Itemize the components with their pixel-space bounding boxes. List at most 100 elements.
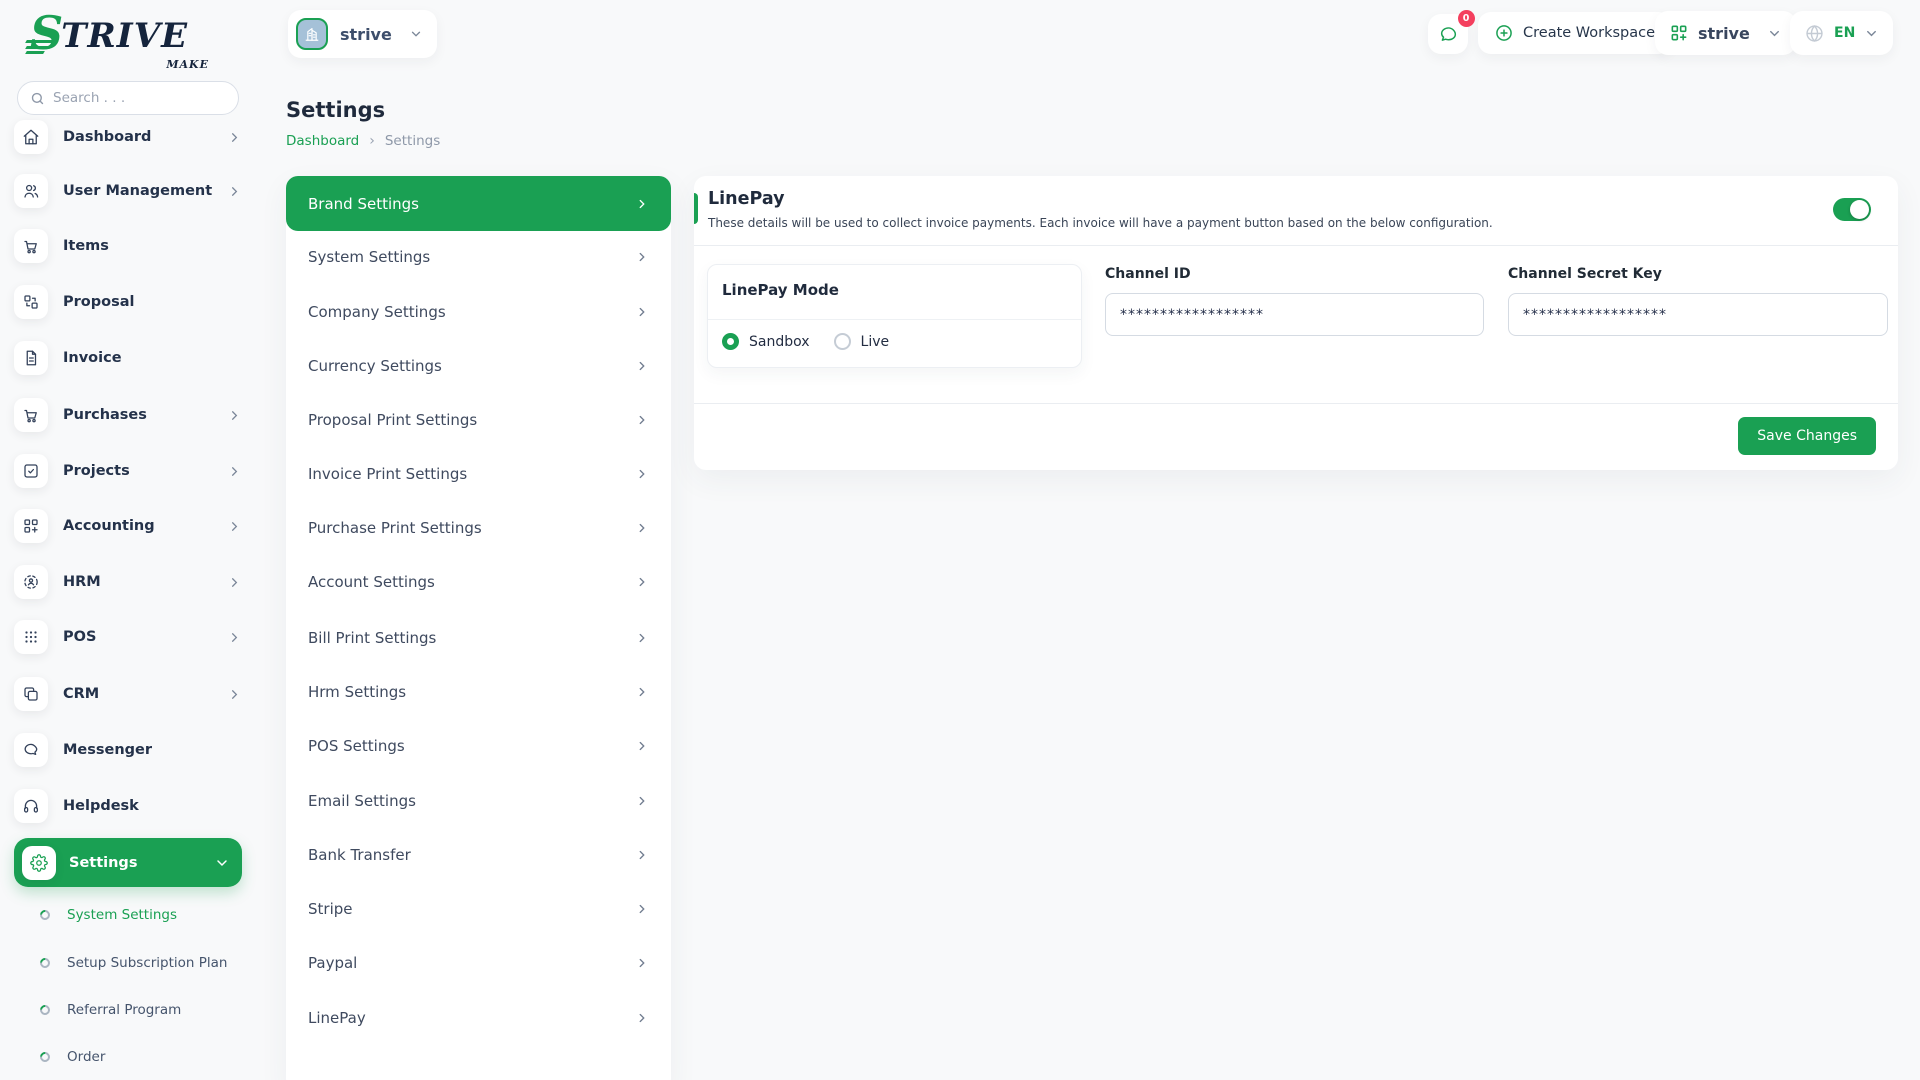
save-changes-button[interactable]: Save Changes [1738,417,1876,455]
sidebar-item-items[interactable]: Items [14,229,242,263]
menu-item-account-settings[interactable]: Account Settings [286,555,671,609]
sidebar-item-purchases[interactable]: Purchases [14,398,242,432]
page-title: Settings [286,98,385,122]
sidebar-subitem-system-settings[interactable]: System Settings [40,905,240,925]
chevron-right-icon [635,902,649,916]
chevron-right-icon [635,413,649,427]
menu-item-email-settings[interactable]: Email Settings [286,774,671,828]
app-root: S TRIVE MAKE Dashboard User Management I… [0,0,1920,1080]
menu-item-label: System Settings [308,248,430,266]
notifications-button[interactable]: 0 [1428,14,1468,54]
linepay-enabled-toggle[interactable] [1833,198,1871,221]
radio-live[interactable]: Live [834,333,890,350]
chevron-right-icon [635,575,649,589]
mode-title: LinePay Mode [722,281,839,299]
menu-item-paypal[interactable]: Paypal [286,936,671,990]
chevron-right-icon [635,956,649,970]
chevron-right-icon [227,130,242,145]
sidebar-item-dashboard[interactable]: Dashboard [14,120,242,154]
menu-item-stripe[interactable]: Stripe [286,882,671,936]
mode-radio-group: Sandbox Live [722,333,889,350]
gear-icon [22,846,56,880]
menu-item-label: Stripe [308,900,353,918]
menu-item-currency-settings[interactable]: Currency Settings [286,339,671,393]
chevron-right-icon [635,685,649,699]
sidebar-item-projects[interactable]: Projects [14,454,242,488]
search-box[interactable] [17,81,239,115]
sidebar-item-crm[interactable]: CRM [14,677,242,711]
chevron-right-icon [227,575,242,590]
sidebar-subitem-order[interactable]: Order [40,1047,240,1067]
invoice-file-icon [14,341,48,375]
sidebar-item-settings[interactable]: Settings [14,838,242,887]
copy-icon [14,677,48,711]
menu-item-company-settings[interactable]: Company Settings [286,285,671,339]
chevron-right-icon [635,631,649,645]
menu-item-purchase-print-settings[interactable]: Purchase Print Settings [286,501,671,555]
notification-badge: 0 [1458,10,1475,27]
menu-item-label: Company Settings [308,303,446,321]
dots-grid-icon [14,620,48,654]
chevron-right-icon [635,1011,649,1025]
sidebar-subitem-label: Setup Subscription Plan [67,955,227,971]
chevron-right-icon [635,739,649,753]
sidebar-subitem-referral-program[interactable]: Referral Program [40,1000,240,1020]
sidebar-item-messenger[interactable]: Messenger [14,733,242,767]
menu-item-label: Brand Settings [308,195,419,213]
chevron-right-icon [635,848,649,862]
chevron-right-icon [635,305,649,319]
bullet-icon [38,956,52,970]
menu-item-label: Account Settings [308,573,435,591]
sidebar-item-proposal[interactable]: Proposal [14,285,242,319]
sidebar-item-label: Projects [63,463,130,479]
sidebar-item-accounting[interactable]: Accounting [14,509,242,543]
logo-speed-lines [26,38,56,55]
workspace-avatar-building-icon [296,18,328,50]
home-icon [14,120,48,154]
sidebar-subitem-label: System Settings [67,907,177,923]
language-selector[interactable]: EN [1790,11,1893,55]
sidebar-item-invoice[interactable]: Invoice [14,341,242,375]
menu-item-hrm-settings[interactable]: Hrm Settings [286,665,671,719]
workspace-selector[interactable]: strive [1655,11,1796,55]
menu-item-invoice-print-settings[interactable]: Invoice Print Settings [286,447,671,501]
menu-item-system-settings[interactable]: System Settings [286,230,671,284]
linepay-panel: LinePay These details will be used to co… [694,176,1898,470]
menu-item-bill-print-settings[interactable]: Bill Print Settings [286,611,671,665]
create-workspace-button[interactable]: Create Workspace [1478,12,1671,54]
sidebar-item-pos[interactable]: POS [14,620,242,654]
chevron-right-icon [635,197,649,211]
sidebar-item-label: CRM [63,686,99,702]
menu-item-proposal-print-settings[interactable]: Proposal Print Settings [286,393,671,447]
menu-item-linepay[interactable]: LinePay [286,991,671,1045]
cart-icon [14,398,48,432]
sidebar-item-label: Invoice [63,350,122,366]
sidebar-item-label: User Management [63,183,212,199]
channel-id-input[interactable] [1105,293,1484,336]
cart-icon [14,229,48,263]
channel-secret-key-input[interactable] [1508,293,1888,336]
panel-description: These details will be used to collect in… [708,216,1493,230]
sidebar-item-helpdesk[interactable]: Helpdesk [14,789,242,823]
sidebar-item-user-management[interactable]: User Management [14,174,242,208]
sidebar-item-label: POS [63,629,96,645]
divider [694,245,1898,246]
sidebar-item-hrm[interactable]: HRM [14,565,242,599]
search-input[interactable] [53,90,226,106]
chevron-right-icon [227,184,242,199]
radio-sandbox[interactable]: Sandbox [722,333,810,350]
menu-item-pos-settings[interactable]: POS Settings [286,719,671,773]
workspace-selector-label: strive [1698,24,1750,43]
sidebar-item-label: Items [63,238,109,254]
sidebar-subitem-setup-subscription-plan[interactable]: Setup Subscription Plan [40,953,240,973]
menu-item-brand-settings[interactable]: Brand Settings [286,176,671,231]
chevron-down-icon [1864,26,1879,41]
workspace-chip[interactable]: strive [288,10,437,58]
menu-item-label: Paypal [308,954,357,972]
breadcrumb-separator: › [369,133,375,149]
radio-unchecked-icon [834,333,851,350]
menu-item-label: Proposal Print Settings [308,411,477,429]
breadcrumb-dashboard-link[interactable]: Dashboard [286,133,359,149]
menu-item-bank-transfer[interactable]: Bank Transfer [286,828,671,882]
chevron-down-icon [1767,26,1782,41]
